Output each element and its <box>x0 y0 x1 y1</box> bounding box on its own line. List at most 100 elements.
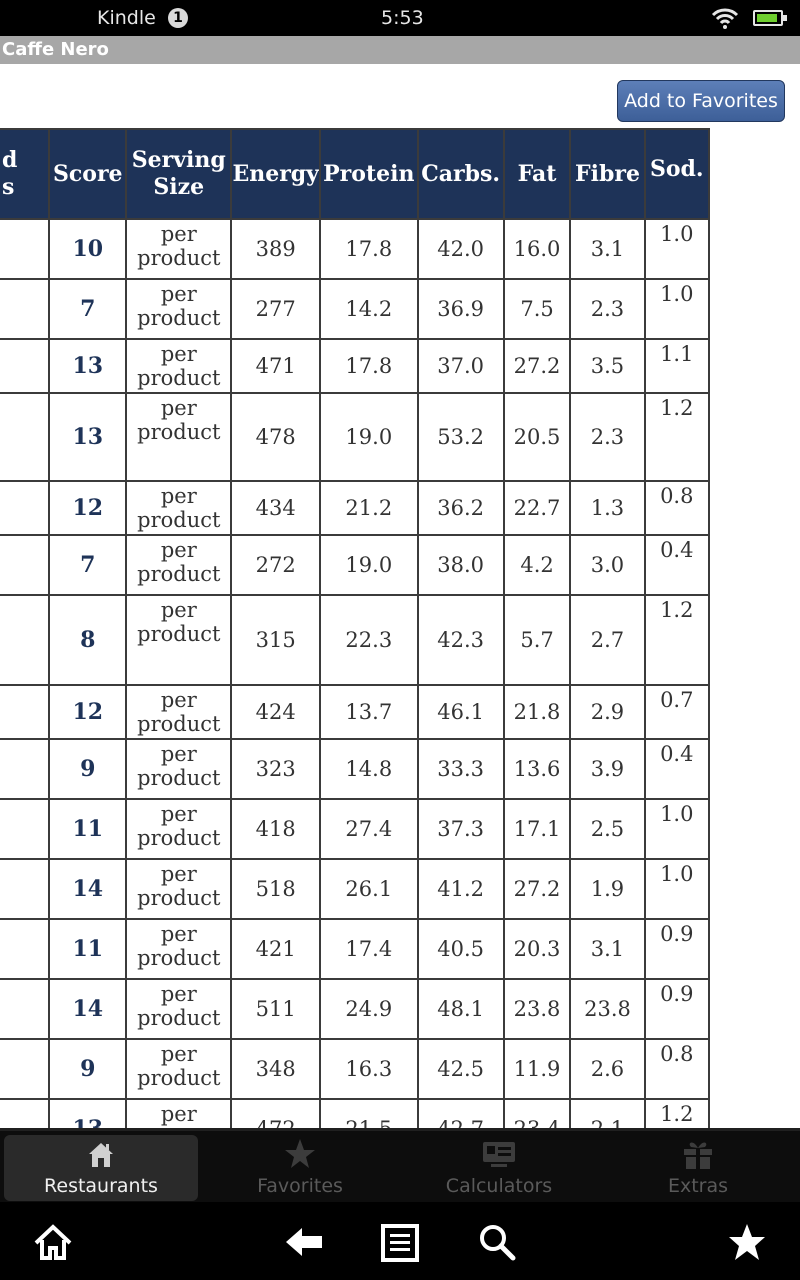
cell-energy: 277 <box>230 278 322 340</box>
score-value: 12 <box>72 494 104 521</box>
cell-item-name: e EggMuffin <box>0 798 51 860</box>
cell-fibre: 1.3 <box>569 480 646 536</box>
energy-value: 277 <box>255 296 296 321</box>
table-row[interactable]: ad 7 perproduct 272 19.0 38.0 4.2 3.0 0.4 <box>0 534 711 596</box>
sodium-value: 1.2 <box>660 396 694 420</box>
cell-serving-size: perproduct <box>125 978 233 1040</box>
header-name[interactable]: d s <box>0 128 51 220</box>
header-fat[interactable]: Fat <box>502 128 572 220</box>
header-sodium[interactable]: Sod. <box>643 128 711 220</box>
home-nav-icon[interactable] <box>33 1222 73 1262</box>
cell-item-name: ggdwich <box>0 738 51 800</box>
fibre-value: 1.9 <box>590 876 625 901</box>
table-row[interactable]: ch 13 perproduct 471 17.8 37.0 27.2 3.5 1.1 <box>0 338 711 394</box>
sodium-value: 0.8 <box>660 1042 694 1066</box>
fat-value: 7.5 <box>520 296 554 321</box>
score-value: 9 <box>80 1055 96 1082</box>
header-fibre[interactable]: Fibre <box>569 128 646 220</box>
table-row[interactable]: fast 10 perproduct 389 17.8 42.0 16.0 3.1 1.0 <box>0 218 711 280</box>
cell-energy: 434 <box>230 480 322 536</box>
cell-score: 8 <box>48 594 128 686</box>
table-row[interactable]: p 12 perproduct 424 13.7 46.1 21.8 2.9 0.7 <box>0 684 711 740</box>
cell-sodium: 1.2 <box>643 594 711 686</box>
tab-restaurants[interactable]: Restaurants <box>4 1135 198 1201</box>
fibre-value: 3.1 <box>590 236 625 261</box>
cell-serving-size: perproduct <box>125 1038 233 1100</box>
table-row[interactable]: n &uce 8 perproduct 315 22.3 42.3 5.7 2.7 1.2 <box>0 594 711 686</box>
cell-sodium: 0.8 <box>643 1038 711 1100</box>
table-row[interactable]: ar &ich 11 perproduct 421 17.4 40.5 20.3 3.1 0.9 <box>0 918 711 980</box>
header-carbs[interactable]: Carbs. <box>416 128 505 220</box>
serving-line1: per <box>160 742 197 766</box>
carbs-value: 42.7 <box>437 1117 484 1129</box>
add-to-favorites-button[interactable]: Add to Favorites <box>617 80 785 122</box>
cell-carbs: 36.2 <box>416 480 505 536</box>
table-row[interactable]: ggdwich 9 perproduct 323 14.8 33.3 13.6 3.9 0.4 <box>0 738 711 800</box>
cell-energy: 472 <box>230 1098 322 1128</box>
header-score[interactable]: Score <box>48 128 128 220</box>
score-value: 9 <box>80 755 96 782</box>
table-row[interactable]: letana 9 perproduct 348 16.3 42.5 11.9 2.6 0.8 <box>0 1038 711 1100</box>
header-serving-size[interactable]: Serving Size <box>125 128 233 220</box>
table-row[interactable]: ar &nini 14 perproduct 518 26.1 41.2 27.2 1.9 1.… <box>0 858 711 920</box>
cell-fibre: 3.5 <box>569 338 646 394</box>
table-row[interactable]: &nion 13 perproduct 478 19.0 53.2 20.5 2.3 1.2 <box>0 392 711 482</box>
notification-badge[interactable]: 1 <box>168 8 188 28</box>
table-row[interactable]: Sauceffin 7 perproduct 277 14.2 36.9 7.5 2.3 1.0 <box>0 278 711 340</box>
system-nav-bar <box>0 1202 800 1280</box>
cell-carbs: 42.3 <box>416 594 505 686</box>
cell-carbs: 53.2 <box>416 392 505 482</box>
battery-icon <box>753 10 787 26</box>
cell-serving-size: perproduct <box>125 534 233 596</box>
carbs-value: 37.3 <box>437 816 484 841</box>
tab-favorites[interactable]: Favorites <box>203 1135 397 1201</box>
favorites-nav-icon[interactable] <box>727 1222 767 1262</box>
tab-extras[interactable]: Extras <box>601 1135 795 1201</box>
wifi-icon <box>711 8 739 29</box>
score-value: 7 <box>80 551 96 578</box>
score-value: 14 <box>72 875 104 902</box>
search-nav-icon[interactable] <box>477 1222 517 1262</box>
energy-value: 471 <box>255 353 296 378</box>
cell-energy: 471 <box>230 338 322 394</box>
fibre-value: 2.7 <box>590 627 625 652</box>
serving-line2: product <box>137 366 221 390</box>
sodium-value: 0.9 <box>660 982 694 1006</box>
serving-line1: per <box>160 222 197 246</box>
sodium-value: 1.1 <box>660 342 694 366</box>
score-value: 13 <box>72 1116 103 1128</box>
cell-carbs: 42.0 <box>416 218 505 280</box>
cell-item-name: zarella <box>0 1098 51 1128</box>
cell-score: 9 <box>48 1038 128 1100</box>
cell-score: 14 <box>48 978 128 1040</box>
cell-energy: 389 <box>230 218 322 280</box>
serving-line1: per <box>160 982 197 1006</box>
serving-line2: product <box>137 508 221 532</box>
cell-item-name: ar &nini <box>0 858 51 920</box>
protein-value: 22.3 <box>345 627 393 652</box>
cell-score: 7 <box>48 278 128 340</box>
fat-value: 23.8 <box>513 996 561 1021</box>
cell-fat: 23.8 <box>502 978 572 1040</box>
energy-value: 348 <box>255 1056 296 1081</box>
cell-serving-size: perproduct <box>125 218 233 280</box>
table-row[interactable]: zarellaanini 14 perproduct 511 24.9 48.1 23.8 2… <box>0 978 711 1040</box>
cell-protein: 17.8 <box>319 338 419 394</box>
energy-value: 478 <box>255 424 296 449</box>
back-nav-icon[interactable] <box>284 1222 324 1262</box>
header-protein[interactable]: Protein <box>319 128 419 220</box>
table-row[interactable]: zarella 13 perproduct 472 21.5 42.7 23.4 2.1 1.2 <box>0 1098 711 1129</box>
cell-item-name: Sauceffin <box>0 278 51 340</box>
fibre-value: 2.3 <box>590 296 625 321</box>
nutrition-table-scroll[interactable]: d s Score Serving Size Energy Protein Ca… <box>0 128 800 1128</box>
cell-serving-size: perproduct <box>125 798 233 860</box>
table-row[interactable]: e EggMuffin 11 perproduct 418 27.4 37.3 17.1 2.… <box>0 798 711 860</box>
menu-nav-icon[interactable] <box>380 1222 420 1262</box>
tab-calculators[interactable]: Calculators <box>402 1135 596 1201</box>
cell-energy: 421 <box>230 918 322 980</box>
header-energy[interactable]: Energy <box>230 128 322 220</box>
table-row[interactable]: Wrap 12 perproduct 434 21.2 36.2 22.7 1.3 0.8 <box>0 480 711 536</box>
cell-fibre: 2.7 <box>569 594 646 686</box>
cell-protein: 17.8 <box>319 218 419 280</box>
cell-protein: 26.1 <box>319 858 419 920</box>
